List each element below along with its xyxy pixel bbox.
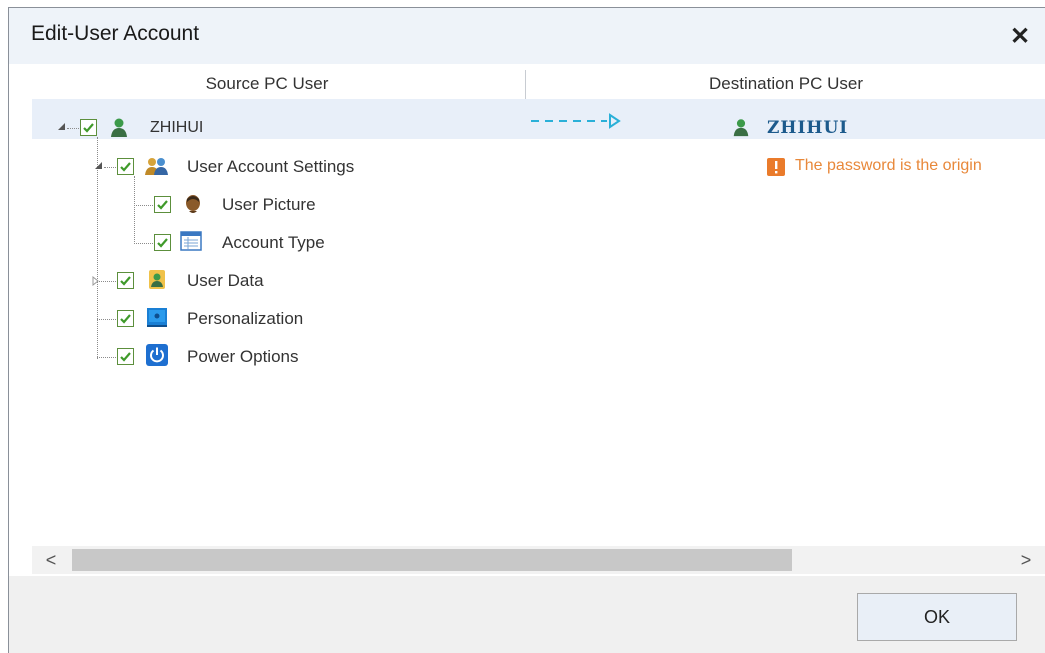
tree-item-label[interactable]: ZHIHUI [150, 119, 203, 137]
title-bar: Edit-User Account ✕ [9, 8, 1045, 64]
power-options-checkbox[interactable] [117, 348, 134, 365]
tree-connector [97, 319, 116, 320]
tree-connector [134, 205, 153, 206]
users-group-icon [145, 158, 168, 175]
account-type-checkbox[interactable] [154, 234, 171, 251]
personalization-icon [147, 308, 167, 327]
root-checkbox[interactable] [80, 119, 97, 136]
password-warning-text: The password is the origin [795, 157, 982, 174]
horizontal-scrollbar[interactable]: < > [32, 546, 1045, 574]
close-icon[interactable]: ✕ [1007, 24, 1033, 50]
power-icon [146, 344, 168, 366]
destination-user-icon [733, 119, 749, 137]
user-data-icon [149, 270, 165, 289]
scroll-left-icon[interactable]: < [32, 546, 70, 574]
personalization-checkbox[interactable] [117, 310, 134, 327]
user-icon [111, 118, 127, 137]
tree-item-label[interactable]: Power Options [187, 347, 299, 367]
tree-item-label[interactable]: Personalization [187, 309, 303, 329]
tree-connector [67, 128, 79, 129]
tree-connector [104, 167, 116, 168]
mapping-arrow-icon [531, 113, 621, 129]
tree-item-label[interactable]: Account Type [222, 233, 325, 253]
destination-user-name[interactable]: ZHIHUI [767, 118, 848, 138]
tree-connector [134, 176, 135, 244]
ok-button[interactable]: OK [857, 593, 1017, 641]
scroll-right-icon[interactable]: > [1007, 546, 1045, 574]
user-picture-icon [186, 195, 200, 213]
tree-item-label[interactable]: User Account Settings [187, 157, 354, 177]
collapse-triangle-icon[interactable] [57, 122, 67, 132]
tree-connector [134, 243, 153, 244]
scrollbar-thumb[interactable] [72, 549, 792, 571]
expand-triangle-icon[interactable] [92, 276, 100, 286]
collapse-triangle-icon[interactable] [94, 161, 104, 171]
user-picture-checkbox[interactable] [154, 196, 171, 213]
warning-icon [767, 158, 785, 176]
tree-item-label[interactable]: User Picture [222, 195, 316, 215]
dialog-title: Edit-User Account [31, 22, 200, 45]
tree-item-label[interactable]: User Data [187, 271, 264, 291]
user-data-checkbox[interactable] [117, 272, 134, 289]
account-settings-checkbox[interactable] [117, 158, 134, 175]
account-type-icon [180, 231, 202, 251]
tree-connector [97, 357, 116, 358]
